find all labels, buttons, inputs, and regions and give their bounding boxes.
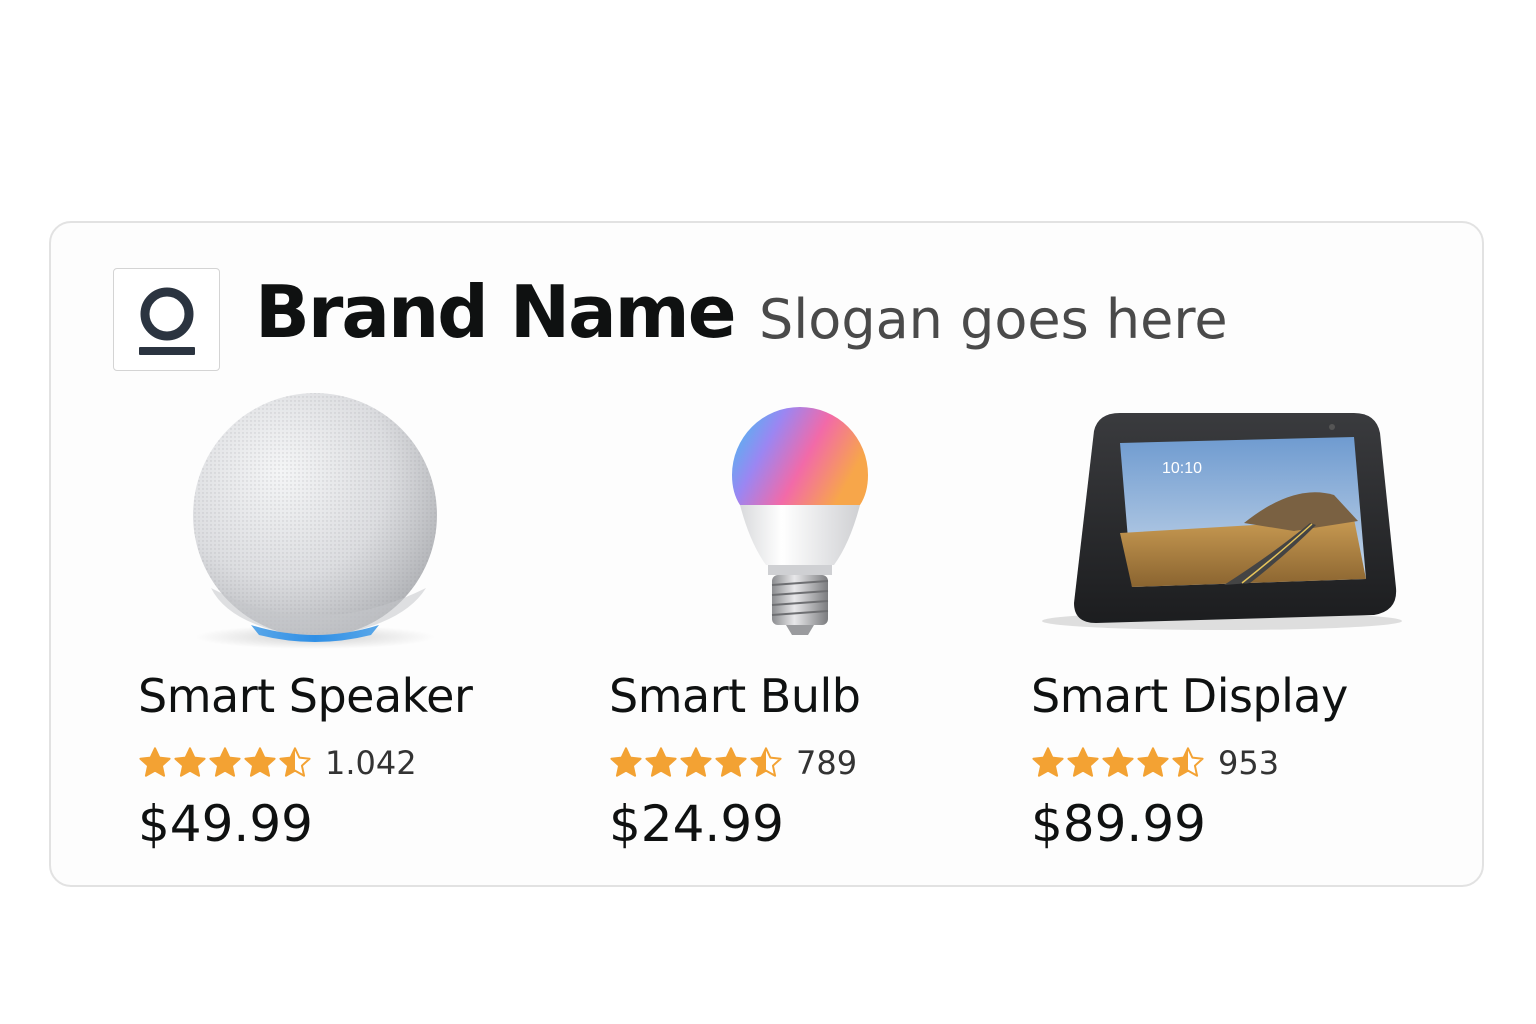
smart-bulb-image[interactable] (572, 383, 1012, 653)
star-full-icon (680, 747, 712, 777)
review-count[interactable]: 953 (1218, 744, 1279, 782)
product-title[interactable]: Smart Display (1031, 666, 1348, 726)
star-full-icon (1032, 747, 1064, 777)
star-full-icon (645, 747, 677, 777)
product-title[interactable]: Smart Bulb (609, 666, 861, 726)
star-full-icon (174, 747, 206, 777)
review-count[interactable]: 789 (796, 744, 857, 782)
smart-display-image[interactable]: 10:10 (994, 383, 1434, 653)
display-clock-text: 10:10 (1162, 460, 1202, 477)
star-full-icon (715, 747, 747, 777)
star-full-icon (244, 747, 276, 777)
product-price: $24.99 (609, 795, 784, 853)
star-full-icon (610, 747, 642, 777)
product-card-smart-bulb[interactable]: Smart Bulb 789 $24.99 (572, 223, 1012, 883)
star-rating[interactable] (1031, 746, 1206, 780)
star-half-icon (279, 747, 311, 777)
star-rating[interactable] (138, 746, 313, 780)
smart-speaker-image[interactable] (101, 383, 541, 653)
rating-row[interactable]: 1.042 (138, 741, 417, 785)
review-count[interactable]: 1.042 (325, 744, 417, 782)
sponsored-brand-card: Brand Name Slogan goes here Smart Speake… (49, 221, 1484, 887)
star-half-icon (1172, 747, 1204, 777)
star-full-icon (1102, 747, 1134, 777)
star-rating[interactable] (609, 746, 784, 780)
product-price: $89.99 (1031, 795, 1206, 853)
product-card-smart-display[interactable]: 10:10 Smart Display 953 $89.99 (994, 223, 1434, 883)
product-title[interactable]: Smart Speaker (138, 666, 473, 726)
star-full-icon (1137, 747, 1169, 777)
rating-row[interactable]: 953 (1031, 741, 1279, 785)
product-card-smart-speaker[interactable]: Smart Speaker 1.042 $49.99 (101, 223, 541, 883)
star-full-icon (139, 747, 171, 777)
star-half-icon (750, 747, 782, 777)
star-full-icon (209, 747, 241, 777)
rating-row[interactable]: 789 (609, 741, 857, 785)
product-price: $49.99 (138, 795, 313, 853)
star-full-icon (1067, 747, 1099, 777)
